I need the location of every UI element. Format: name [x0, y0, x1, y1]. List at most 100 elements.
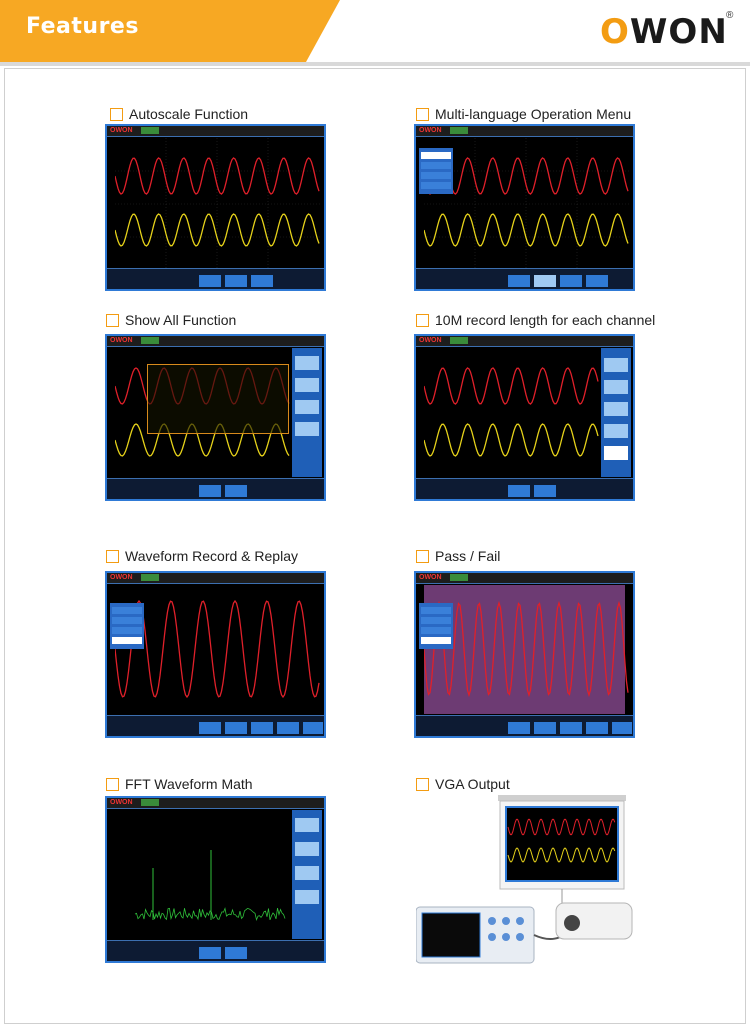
checkbox-icon — [110, 107, 123, 121]
side-button — [604, 424, 628, 438]
softkey — [225, 722, 247, 734]
feature-label: Waveform Record & Replay — [125, 548, 298, 564]
scope-topbar: OWON — [416, 573, 633, 584]
scope-topbar: OWON — [107, 798, 324, 809]
scope-screenshot-multilanguage: OWON — [414, 124, 635, 291]
header-title: Features — [26, 14, 139, 39]
side-button — [295, 422, 319, 436]
softkey — [199, 275, 221, 287]
softkey — [225, 275, 247, 287]
scope-bottombar — [416, 715, 633, 736]
feature-title-pass-fail: Pass / Fail — [416, 548, 500, 564]
softkey — [534, 722, 556, 734]
menu-item — [112, 637, 142, 644]
record-menu — [110, 603, 144, 649]
checkbox-icon — [106, 549, 119, 563]
projector-lens-icon — [564, 915, 580, 931]
feature-title-fft: FFT Waveform Math — [106, 776, 253, 792]
feature-label: Pass / Fail — [435, 548, 501, 564]
feature-title-multilanguage: Multi-language Operation Menu — [416, 106, 631, 122]
waveform-plot — [115, 599, 320, 699]
softkey — [560, 722, 582, 734]
scope-screenshot-record-replay: OWON — [105, 571, 326, 738]
waveform-plot — [115, 138, 320, 269]
scope-bottombar — [107, 715, 324, 736]
ch2-waveform — [424, 213, 629, 247]
scope-topbar: OWON — [416, 126, 633, 137]
trigger-indicator — [141, 337, 159, 344]
oscilloscope-display — [421, 912, 481, 958]
scope-brand: OWON — [419, 337, 442, 344]
scope-topbar: OWON — [107, 336, 324, 347]
softkey — [225, 485, 247, 497]
softkey — [508, 485, 530, 497]
feature-label: Show All Function — [125, 312, 237, 328]
menu-item — [421, 172, 451, 179]
scope-screenshot-pass-fail: OWON — [414, 571, 635, 738]
softkey — [612, 722, 632, 734]
scope-brand: OWON — [419, 127, 442, 134]
feature-title-record-replay: Waveform Record & Replay — [106, 548, 298, 564]
header-divider — [0, 62, 750, 66]
softkey — [251, 275, 273, 287]
side-button — [295, 400, 319, 414]
menu-item — [421, 182, 451, 189]
language-menu — [419, 148, 453, 194]
checkbox-icon — [416, 549, 429, 563]
waveform-plot — [424, 138, 629, 269]
feature-label: 10M record length for each channel — [435, 312, 656, 328]
scope-side-menu — [292, 348, 322, 477]
side-button — [604, 446, 628, 460]
trigger-indicator — [450, 574, 468, 581]
ch2-waveform — [115, 213, 320, 247]
side-button — [604, 402, 628, 416]
measurement-panel — [147, 364, 289, 434]
projected-scope-image — [505, 806, 619, 882]
ch1-waveform — [424, 157, 629, 195]
softkey — [586, 275, 608, 287]
ch1-waveform — [424, 367, 599, 405]
feature-label: VGA Output — [435, 776, 510, 792]
softkey — [251, 722, 273, 734]
menu-item — [112, 607, 142, 614]
softkey — [199, 485, 221, 497]
checkbox-icon — [416, 107, 429, 121]
scope-topbar: OWON — [107, 573, 324, 584]
feature-label: Multi-language Operation Menu — [435, 106, 632, 122]
menu-item — [421, 152, 451, 159]
softkey — [508, 722, 530, 734]
checkbox-icon — [416, 313, 429, 327]
trigger-indicator — [450, 337, 468, 344]
feature-title-record-length: 10M record length for each channel — [416, 312, 655, 328]
brand-logo: OWON ® — [600, 10, 740, 52]
scope-brand: OWON — [110, 799, 133, 806]
softkey — [199, 947, 221, 959]
feature-label: FFT Waveform Math — [125, 776, 253, 792]
scope-screenshot-record-length: OWON — [414, 334, 635, 501]
scope-topbar: OWON — [416, 336, 633, 347]
menu-item — [112, 617, 142, 624]
side-button — [295, 378, 319, 392]
vga-output-illustration — [416, 795, 633, 964]
ch1-waveform — [115, 599, 320, 699]
projector-screen-top — [498, 795, 626, 801]
checkbox-icon — [106, 313, 119, 327]
menu-item — [421, 627, 451, 634]
scope-topbar: OWON — [107, 126, 324, 137]
scope-side-menu — [601, 348, 631, 477]
checkbox-icon — [416, 777, 429, 791]
page-header: Features OWON ® — [0, 0, 750, 62]
waveform-plot — [424, 367, 599, 457]
scope-screenshot-fft: OWON — [105, 796, 326, 963]
scope-side-menu — [292, 810, 322, 939]
scope-brand: OWON — [419, 574, 442, 581]
feature-label: Autoscale Function — [129, 106, 249, 122]
softkey — [225, 947, 247, 959]
menu-item — [421, 162, 451, 169]
menu-item — [421, 607, 451, 614]
trigger-indicator — [141, 127, 159, 134]
side-button — [604, 358, 628, 372]
scope-brand: OWON — [110, 127, 133, 134]
menu-item — [421, 637, 451, 644]
side-button — [295, 818, 319, 832]
